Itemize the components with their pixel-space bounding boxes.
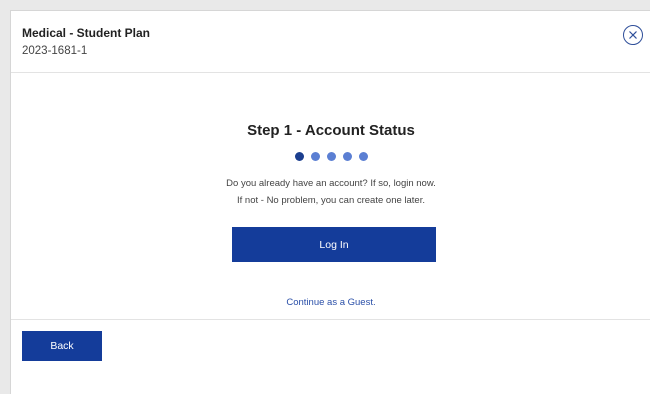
step-dot-3: [326, 152, 336, 161]
step-title: Step 1 - Account Status: [247, 122, 415, 139]
login-button[interactable]: Log In: [232, 227, 436, 262]
plan-modal: Medical - Student Plan 2023-1681-1 Step …: [10, 10, 650, 394]
step-progress-dots: [11, 152, 650, 161]
continue-as-guest-link[interactable]: Continue as a Guest.: [11, 297, 650, 308]
plan-title: Medical - Student Plan: [22, 26, 151, 40]
step-dot-4: [342, 152, 352, 161]
back-button[interactable]: Back: [22, 331, 102, 361]
footer-divider: [11, 319, 650, 320]
modal-header: Medical - Student Plan 2023-1681-1: [11, 11, 650, 73]
create-later-text: If not - No problem, you can create one …: [237, 195, 425, 206]
step-dot-1: [294, 152, 304, 161]
plan-id: 2023-1681-1: [22, 45, 88, 57]
close-icon: [629, 31, 637, 39]
step-dot-5: [358, 152, 368, 161]
close-button[interactable]: [623, 25, 643, 45]
step-dot-2: [310, 152, 320, 161]
account-question-text: Do you already have an account? If so, l…: [226, 178, 436, 189]
